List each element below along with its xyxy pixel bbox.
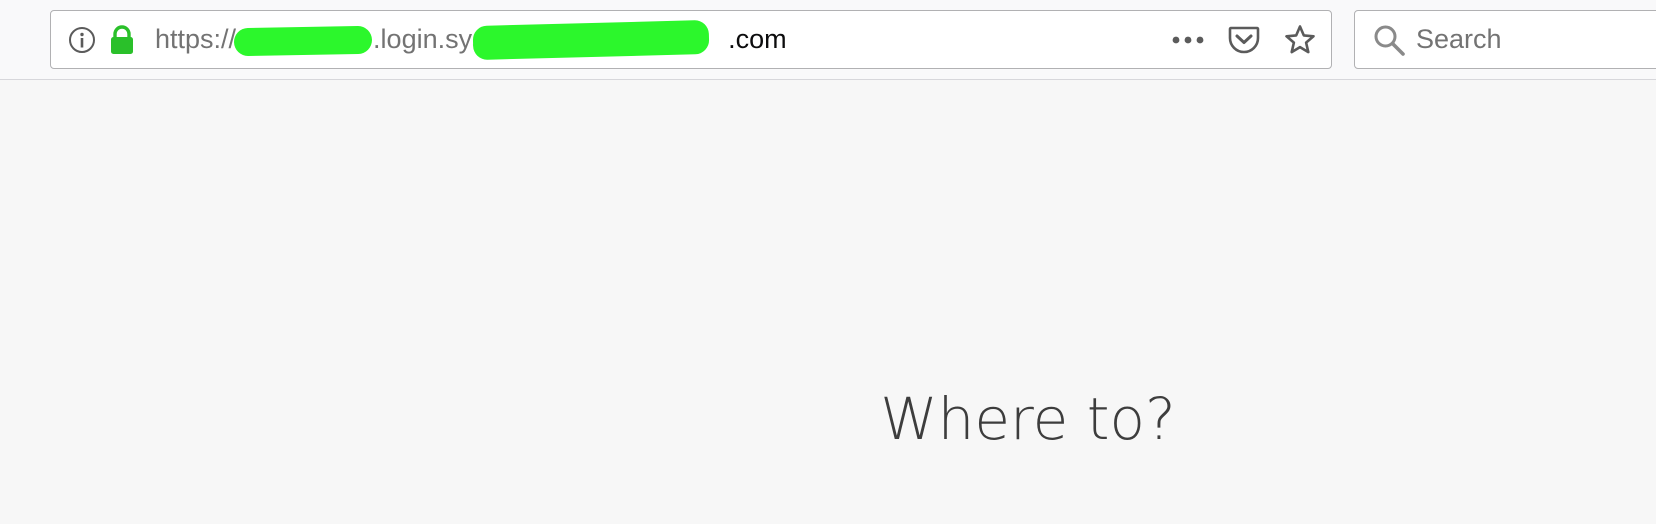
search-icon (1371, 11, 1407, 68)
redaction-mark (233, 25, 373, 57)
url-bar[interactable]: https://.login.sys. .com (50, 10, 1332, 69)
url-tld: .com (728, 24, 787, 54)
pocket-icon[interactable] (1227, 23, 1261, 57)
page-content: Where to? (0, 80, 1656, 524)
info-icon[interactable] (67, 11, 97, 68)
search-bar[interactable]: Search (1354, 10, 1656, 69)
browser-toolbar: https://.login.sys. .com Search (0, 0, 1656, 80)
star-icon[interactable] (1283, 23, 1317, 57)
lock-icon[interactable] (107, 11, 137, 68)
page-heading: Where to? (880, 385, 1176, 453)
redaction-mark (472, 19, 710, 61)
url-scheme: https:// (155, 24, 237, 54)
search-input[interactable]: Search (1416, 11, 1502, 68)
page-actions (1171, 11, 1317, 68)
more-icon[interactable] (1171, 23, 1205, 57)
